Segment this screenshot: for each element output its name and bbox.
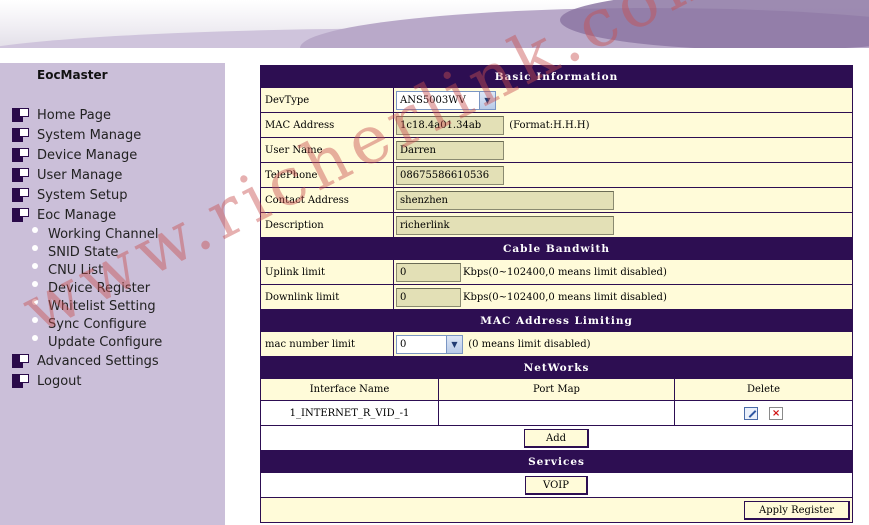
folder-icon	[12, 374, 29, 388]
folder-icon	[12, 354, 29, 368]
section-cable-bandwidth: Cable Bandwith	[260, 237, 853, 260]
sidebar-subitem-cnu-list[interactable]: CNU List	[0, 261, 225, 279]
sidebar-item-system-setup[interactable]: System Setup	[0, 185, 225, 205]
mac-number-limit-select[interactable]: 0 ▼	[396, 334, 463, 354]
bullet-icon	[32, 335, 38, 341]
bullet-icon	[32, 317, 38, 323]
folder-icon	[12, 108, 29, 122]
contact-address-label: Contact Address	[260, 187, 394, 213]
header-banner	[0, 0, 869, 63]
sidebar-subitem-label: SNID State	[48, 244, 119, 260]
sidebar-subitem-update-configure[interactable]: Update Configure	[0, 333, 225, 351]
folder-icon	[12, 188, 29, 202]
downlink-limit-input[interactable]: 0	[396, 287, 461, 307]
sidebar-subitem-sync-configure[interactable]: Sync Configure	[0, 315, 225, 333]
sidebar-subitem-label: Working Channel	[48, 226, 159, 242]
sidebar-item-label: Device Manage	[37, 147, 138, 163]
description-input[interactable]: richerlink	[396, 215, 614, 235]
devtype-selected-value: ANS5003WV	[400, 94, 466, 106]
uplink-limit-input[interactable]: 0	[396, 262, 461, 282]
app-title: EocMaster	[37, 68, 108, 82]
sidebar-subitem-label: Whitelist Setting	[48, 298, 156, 314]
folder-icon	[12, 128, 29, 142]
mac-format-hint: (Format:H.H.H)	[509, 119, 590, 131]
uplink-limit-hint: Kbps(0~102400,0 means limit disabled)	[463, 266, 667, 278]
section-networks: NetWorks	[260, 356, 853, 379]
sidebar: EocMaster Home Page System Manage Device…	[0, 63, 225, 525]
sidebar-item-label: Eoc Manage	[37, 207, 117, 223]
bullet-icon	[32, 245, 38, 251]
voip-button[interactable]: VOIP	[525, 475, 588, 495]
row-actions-cell: ×	[674, 400, 853, 426]
sidebar-subitem-label: CNU List	[48, 262, 104, 278]
folder-icon	[12, 208, 29, 222]
sidebar-item-label: Advanced Settings	[37, 353, 159, 369]
telephone-label: TelePhone	[260, 162, 394, 188]
column-header-delete: Delete	[674, 378, 853, 401]
sidebar-subitem-whitelist-setting[interactable]: Whitelist Setting	[0, 297, 225, 315]
table-row: 1_INTERNET_R_VID_-1 ×	[260, 400, 853, 426]
sidebar-subitem-snid-state[interactable]: SNID State	[0, 243, 225, 261]
uplink-limit-label: Uplink limit	[260, 259, 394, 285]
edit-icon[interactable]	[743, 406, 758, 420]
section-mac-address-limiting: MAC Address Limiting	[260, 309, 853, 332]
column-header-interface-name: Interface Name	[260, 378, 439, 401]
sidebar-item-home-page[interactable]: Home Page	[0, 105, 225, 125]
telephone-input[interactable]: 08675586610536	[396, 165, 504, 185]
mac-number-limit-selected-value: 0	[400, 338, 407, 350]
sidebar-item-label: Logout	[37, 373, 82, 389]
section-services: Services	[260, 450, 853, 473]
sidebar-item-label: System Manage	[37, 127, 142, 143]
mac-number-limit-label: mac number limit	[260, 331, 394, 357]
banner-base	[0, 48, 869, 63]
form-table: Basic Information DevType ANS5003WV ▼ MA…	[260, 65, 853, 523]
bullet-icon	[32, 299, 38, 305]
apply-register-button[interactable]: Apply Register	[744, 500, 850, 520]
delete-icon[interactable]: ×	[769, 406, 784, 420]
mac-address-input[interactable]: 1c18.4a01.34ab	[396, 115, 504, 135]
bullet-icon	[32, 227, 38, 233]
sidebar-item-label: User Manage	[37, 167, 123, 183]
port-map-cell	[438, 400, 675, 426]
bullet-icon	[32, 281, 38, 287]
devtype-label: DevType	[260, 87, 394, 113]
devtype-select[interactable]: ANS5003WV ▼	[396, 90, 496, 110]
interface-name-cell: 1_INTERNET_R_VID_-1	[260, 400, 439, 426]
chevron-down-icon[interactable]: ▼	[446, 335, 462, 353]
sidebar-item-label: Home Page	[37, 107, 111, 123]
mac-number-limit-hint: (0 means limit disabled)	[468, 338, 591, 350]
sidebar-item-label: System Setup	[37, 187, 128, 203]
sidebar-subitem-working-channel[interactable]: Working Channel	[0, 225, 225, 243]
downlink-limit-label: Downlink limit	[260, 284, 394, 310]
sidebar-item-system-manage[interactable]: System Manage	[0, 125, 225, 145]
section-basic-information: Basic Information	[260, 65, 853, 88]
column-header-port-map: Port Map	[438, 378, 675, 401]
user-name-input[interactable]: Darren	[396, 140, 504, 160]
sidebar-menu: Home Page System Manage Device Manage Us…	[0, 105, 225, 391]
bullet-icon	[32, 263, 38, 269]
sidebar-item-advanced-settings[interactable]: Advanced Settings	[0, 351, 225, 371]
folder-icon	[12, 148, 29, 162]
sidebar-item-user-manage[interactable]: User Manage	[0, 165, 225, 185]
sidebar-subitem-label: Sync Configure	[48, 316, 147, 332]
sidebar-subitem-label: Device Register	[48, 280, 151, 296]
add-network-button[interactable]: Add	[523, 428, 590, 448]
mac-address-label: MAC Address	[260, 112, 394, 138]
sidebar-item-logout[interactable]: Logout	[0, 371, 225, 391]
sidebar-item-eoc-manage[interactable]: Eoc Manage	[0, 205, 225, 225]
sidebar-subitem-label: Update Configure	[48, 334, 163, 350]
folder-icon	[12, 168, 29, 182]
user-name-label: User Name	[260, 137, 394, 163]
chevron-down-icon[interactable]: ▼	[479, 91, 495, 109]
downlink-limit-hint: Kbps(0~102400,0 means limit disabled)	[463, 291, 667, 303]
register-form: Basic Information DevType ANS5003WV ▼ MA…	[260, 65, 853, 523]
description-label: Description	[260, 212, 394, 238]
sidebar-subitem-device-register[interactable]: Device Register	[0, 279, 225, 297]
sidebar-item-device-manage[interactable]: Device Manage	[0, 145, 225, 165]
contact-address-input[interactable]: shenzhen	[396, 190, 614, 210]
